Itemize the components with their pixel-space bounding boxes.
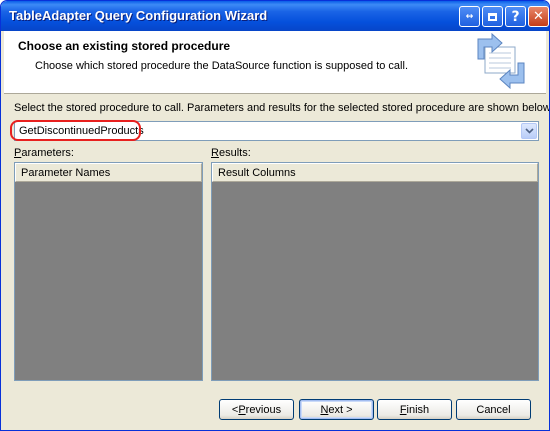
window-title: TableAdapter Query Configuration Wizard	[9, 8, 268, 23]
result-columns-header[interactable]: Result Columns	[212, 163, 538, 182]
results-label: Results:	[211, 147, 251, 159]
instructions-text: Select the stored procedure to call. Par…	[14, 102, 550, 114]
title-bar[interactable]: TableAdapter Query Configuration Wizard …	[1, 1, 549, 31]
parameters-grid[interactable]: Parameter Names	[14, 162, 203, 381]
results-grid[interactable]: Result Columns	[211, 162, 539, 381]
parameter-names-header[interactable]: Parameter Names	[15, 163, 202, 182]
next-button[interactable]: Next >	[299, 399, 374, 420]
parameters-label: Parameters:	[14, 147, 74, 159]
finish-button[interactable]: Finish	[377, 399, 452, 420]
wizard-arrows-icon	[477, 33, 525, 89]
maximize-icon	[488, 12, 497, 21]
wizard-window: TableAdapter Query Configuration Wizard …	[0, 0, 550, 431]
chevron-down-icon[interactable]	[521, 123, 537, 139]
previous-button[interactable]: < Previous	[219, 399, 294, 420]
cancel-button[interactable]: Cancel	[456, 399, 531, 420]
help-icon: ?	[511, 8, 520, 25]
red-highlight-annotation	[10, 120, 141, 141]
page-title: Choose an existing stored procedure	[18, 39, 231, 53]
help-button[interactable]: ?	[505, 6, 526, 27]
close-button[interactable]: ✕	[528, 6, 549, 27]
context-help-icon[interactable]: ↔	[459, 6, 480, 27]
page-subtitle: Choose which stored procedure the DataSo…	[35, 60, 408, 72]
wizard-header: Choose an existing stored procedure Choo…	[4, 31, 546, 94]
maximize-button[interactable]	[482, 6, 503, 27]
close-icon: ✕	[533, 9, 544, 24]
